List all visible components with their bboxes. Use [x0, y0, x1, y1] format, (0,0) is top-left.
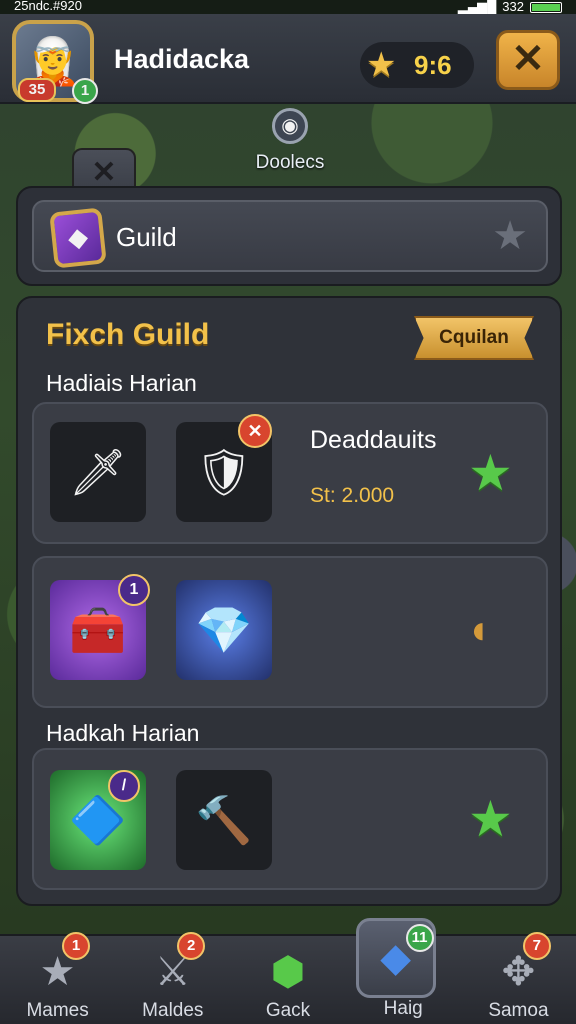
signal-icon: ▂▄▆█	[457, 0, 497, 14]
reward-card[interactable]: 🧰 1 💎 ◖	[32, 556, 548, 708]
location-shield-icon: ◉	[272, 108, 308, 144]
green-gem-icon: ⬢	[270, 950, 306, 994]
count-badge: /	[108, 770, 140, 802]
top-header: 🧝 35 1 Hadidacka ★ 9:6 ✕	[0, 14, 576, 104]
currency-display[interactable]: ★ 9:6	[360, 42, 474, 88]
nav-label: Gack	[265, 1000, 311, 1021]
item-name: Deaddauits	[310, 426, 437, 454]
level-badge: 35	[18, 78, 56, 102]
nav-label: Haig	[383, 998, 423, 1019]
guild-panel: Fixch Guild Cquilan Hadiais Harian 🗡 🛡 ✕…	[16, 296, 562, 906]
hammer-item-icon[interactable]: 🔨	[176, 770, 272, 870]
panel-title: Fixch Guild	[46, 318, 210, 351]
ribbon-button[interactable]: Cquilan	[414, 316, 534, 360]
notification-badge: 1	[62, 932, 90, 960]
battery-icon	[530, 1, 562, 13]
guild-bar: ◆ Guild ★	[16, 186, 562, 286]
notification-badge: 2	[177, 932, 206, 960]
favorite-star-icon[interactable]: ★	[492, 216, 528, 256]
nav-item-gack[interactable]: ⬢ Gack	[230, 936, 345, 1024]
nav-item-haig[interactable]: ◆ 11 Haig	[346, 918, 461, 1024]
notification-badge: 7	[522, 932, 551, 960]
status-time: 25ndc.#920	[14, 0, 82, 13]
close-button[interactable]: ✕	[496, 30, 560, 90]
item-price: St: 2.000	[310, 484, 395, 507]
gold-star-icon: ★	[366, 46, 397, 84]
nav-item-samoa[interactable]: ✥ Samoa 7	[461, 932, 576, 1024]
map-location-label: Doolecs	[255, 152, 325, 173]
crystal-chest-item-icon[interactable]: 💎	[176, 580, 272, 680]
shell-icon[interactable]: ◖	[466, 610, 490, 650]
reward-card[interactable]: 🗡 🛡 ✕ Deaddauits St: 2.000 ★	[32, 402, 548, 544]
nav-label: Maldes	[142, 1000, 204, 1021]
guild-header-button[interactable]: ◆ Guild ★	[32, 200, 548, 272]
battery-level: 332	[502, 0, 524, 14]
rank-badge: 1	[72, 78, 98, 104]
player-name: Hadidacka	[114, 44, 250, 74]
sword-item-icon[interactable]: 🗡	[50, 422, 146, 522]
section-label-weekly: Hadkah Harian	[46, 720, 200, 746]
status-indicators: ▂▄▆█ 332	[458, 0, 562, 14]
map-location-marker[interactable]: ◉ Doolecs	[240, 108, 340, 174]
notification-badge: 11	[405, 924, 434, 952]
currency-value: 9:6	[414, 49, 452, 80]
reward-card[interactable]: 🔷 / 🔨 ★	[32, 748, 548, 890]
guild-label: Guild	[116, 222, 177, 252]
nav-item-maldes[interactable]: ⚔ Maldes 2	[115, 932, 230, 1024]
status-bar: 25ndc.#920 ▂▄▆█ 332	[0, 0, 576, 14]
section-label-daily: Hadiais Harian	[46, 370, 197, 396]
green-star-icon[interactable]: ★	[468, 448, 513, 498]
count-badge: 1	[118, 574, 150, 606]
guild-crest-icon: ◆	[49, 207, 107, 269]
green-star-icon[interactable]: ★	[468, 794, 513, 844]
remove-badge[interactable]: ✕	[238, 414, 272, 448]
nav-label: Samoa	[488, 1000, 549, 1021]
nav-item-mames[interactable]: ★ Mames 1	[0, 932, 115, 1024]
bottom-navigation: ★ Mames 1 ⚔ Maldes 2 ⬢ Gack ◆ 11 Haig ✥ …	[0, 918, 576, 1024]
nav-label: Mames	[26, 1000, 89, 1021]
